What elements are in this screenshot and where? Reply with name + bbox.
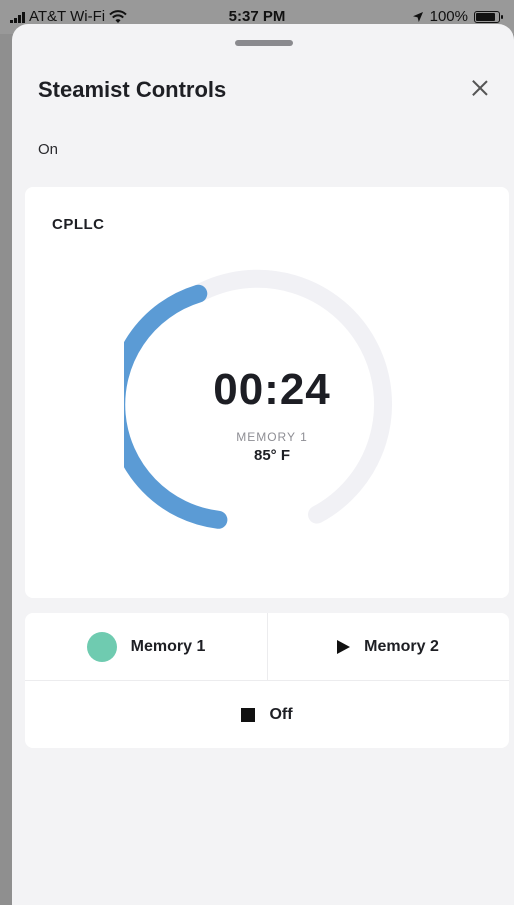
active-memory-label: MEMORY 1 [236, 430, 308, 444]
battery-fill [476, 12, 495, 21]
page-title: Steamist Controls [38, 77, 227, 102]
temperature-value: 85° F [253, 447, 290, 464]
timer-value: 00:24 [213, 365, 331, 414]
controls-sheet: Steamist Controls On CPLLC 00:24 MEMORY … [12, 24, 514, 905]
memory-1-button[interactable]: Memory 1 [25, 613, 267, 680]
memory-1-label: Memory 1 [130, 637, 206, 655]
off-button[interactable]: Off [25, 681, 509, 748]
status-bar-right: 100% [412, 8, 503, 25]
active-dot-icon [86, 631, 117, 662]
location-arrow-icon [412, 11, 423, 22]
battery-percent: 100% [429, 8, 468, 25]
memory-controls: Memory 1 Memory 2 Off [25, 613, 509, 748]
play-icon [337, 639, 351, 654]
battery-icon [474, 10, 503, 23]
off-label: Off [269, 705, 293, 723]
stop-icon [241, 707, 256, 722]
memory-2-label: Memory 2 [364, 637, 439, 655]
dial-readout: 00:24 MEMORY 1 85° F [124, 269, 420, 565]
device-name: CPLLC [52, 216, 105, 233]
sheet-grabber[interactable] [235, 40, 293, 46]
device-card: CPLLC 00:24 MEMORY 1 85° F [25, 187, 509, 598]
power-status: On [38, 141, 59, 158]
close-icon[interactable] [466, 74, 494, 102]
memory-2-button[interactable]: Memory 2 [267, 613, 509, 680]
